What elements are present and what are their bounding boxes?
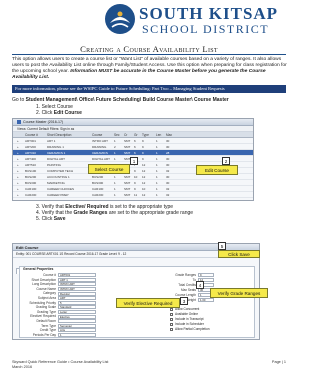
logo-title: SOUTH KITSAP	[139, 4, 279, 23]
section-title: General Properties	[23, 267, 54, 271]
nav-prefix: Go to	[12, 97, 26, 103]
table-cell: 30	[166, 199, 170, 201]
field-input[interactable]: Letter	[58, 309, 96, 314]
step-text: Click	[41, 110, 54, 116]
field-input[interactable]: Elective	[58, 314, 96, 319]
checkbox-label: Include in Scheduler	[175, 322, 204, 326]
callout-number-3: 3	[180, 297, 188, 305]
field-input[interactable]: Arts	[58, 328, 96, 333]
table-cell: 1	[114, 199, 116, 201]
checkbox-row[interactable]: Allow Partial Completion	[170, 327, 210, 332]
step-5: 5. Click Save	[36, 216, 193, 222]
field-input[interactable]: Semester	[58, 323, 96, 328]
field-input[interactable]: 9	[198, 273, 214, 278]
step-bold: Save	[53, 216, 66, 222]
district-logo: SOUTH KITSAP SCHOOL DISTRICT	[104, 2, 277, 40]
table-cell: +	[17, 199, 19, 201]
table-cell: 9	[134, 199, 136, 201]
step-2: 2. Click Edit Course	[36, 110, 82, 116]
checkbox[interactable]	[170, 307, 173, 311]
step-bold: Grade Ranges	[73, 210, 108, 216]
callout-number-4: 4	[196, 281, 204, 289]
callout-verify-elective-required: Verify Elective Required	[116, 298, 180, 308]
callout-number-2: 2	[222, 157, 230, 165]
step-text: Click	[41, 216, 54, 222]
checkbox-label: Include in Transcript	[175, 317, 204, 321]
field-input[interactable]: 1.00	[198, 298, 214, 303]
steps-group-b: 3. Verify that Elective/ Required is set…	[36, 204, 193, 222]
district-emblem-icon	[105, 4, 135, 34]
table-cell: COMPUTER APP 1	[47, 199, 74, 201]
callout-number-1: 1	[130, 157, 138, 165]
callout-edit-course: Edit Course	[196, 165, 238, 175]
checkbox[interactable]	[170, 317, 173, 321]
course-master-header: Course Master (2016-17)	[13, 119, 253, 126]
footer-left: Skyward Quick Reference Guide • Course A…	[12, 360, 108, 370]
field-input[interactable]: ART 1	[58, 277, 96, 282]
table-row[interactable]: + COM100 COMPUTER APP 1 COM100 1 SMT 9 12 1 30	[13, 198, 253, 201]
step-number: 2.	[36, 110, 41, 116]
checkbox-label: Allow Partial Completion	[175, 327, 210, 331]
intro-paragraph: This option allows users to create a cou…	[12, 57, 287, 81]
checkbox[interactable]	[170, 312, 173, 316]
nav-path-text: Student Management\ Office\ Future Sched…	[25, 97, 229, 103]
course-master-title: Course Master (2016-17)	[23, 120, 64, 124]
callout-click-save: Click Save	[218, 250, 260, 258]
navigation-path: Go to Student Management\ Office\ Future…	[12, 97, 229, 103]
field-input[interactable]: 5	[58, 300, 96, 305]
checkbox-label: Available Online	[175, 312, 198, 316]
field-label: Periods Per Day	[32, 332, 56, 337]
field-input[interactable]: Regular	[58, 291, 96, 296]
edit-course-tabs: Course InfoCourse Grade InfoCourse Text	[13, 258, 259, 274]
callout-select-course: Select Course	[88, 164, 130, 174]
table-cell: 1	[156, 199, 158, 201]
step-tail: are set to the appropriate grade range	[107, 210, 194, 216]
step-bold: Edit Course	[53, 110, 82, 116]
form-field: Periods Per Day 1	[22, 333, 96, 338]
field-input[interactable]: INTRO ART	[58, 286, 96, 291]
field-input[interactable]: 1	[58, 332, 96, 337]
footer-date: March 2016	[12, 365, 33, 369]
callout-verify-grade-ranges: Verify Grade Ranges	[210, 288, 268, 298]
table-cell: COM100	[92, 199, 105, 201]
footer-page-number: Page | 1	[271, 360, 286, 364]
checkbox[interactable]	[170, 322, 173, 326]
info-banner[interactable]: For more information, please see the WSI…	[12, 85, 286, 93]
window-icon	[17, 120, 21, 125]
table-cell: 12	[142, 199, 146, 201]
field-input[interactable]: Standard	[58, 305, 96, 310]
table-cell: COM100	[25, 199, 38, 201]
field-input[interactable]: ART	[58, 296, 96, 301]
title-rule	[12, 54, 286, 55]
table-cell: SMT	[124, 199, 131, 201]
checkbox[interactable]	[170, 327, 173, 331]
field-input[interactable]: ART001	[58, 273, 96, 278]
callout-number-5: 5	[218, 242, 226, 250]
step-number: 5.	[36, 216, 41, 222]
logo-subtitle: SCHOOL DISTRICT	[142, 22, 270, 36]
field-input[interactable]: INTRO ART	[58, 282, 96, 287]
field-input[interactable]	[58, 319, 96, 324]
steps-group-a: 1. Select Course 2. Click Edit Course	[36, 104, 82, 116]
document-title: Creating a Course Availability List	[80, 44, 218, 54]
